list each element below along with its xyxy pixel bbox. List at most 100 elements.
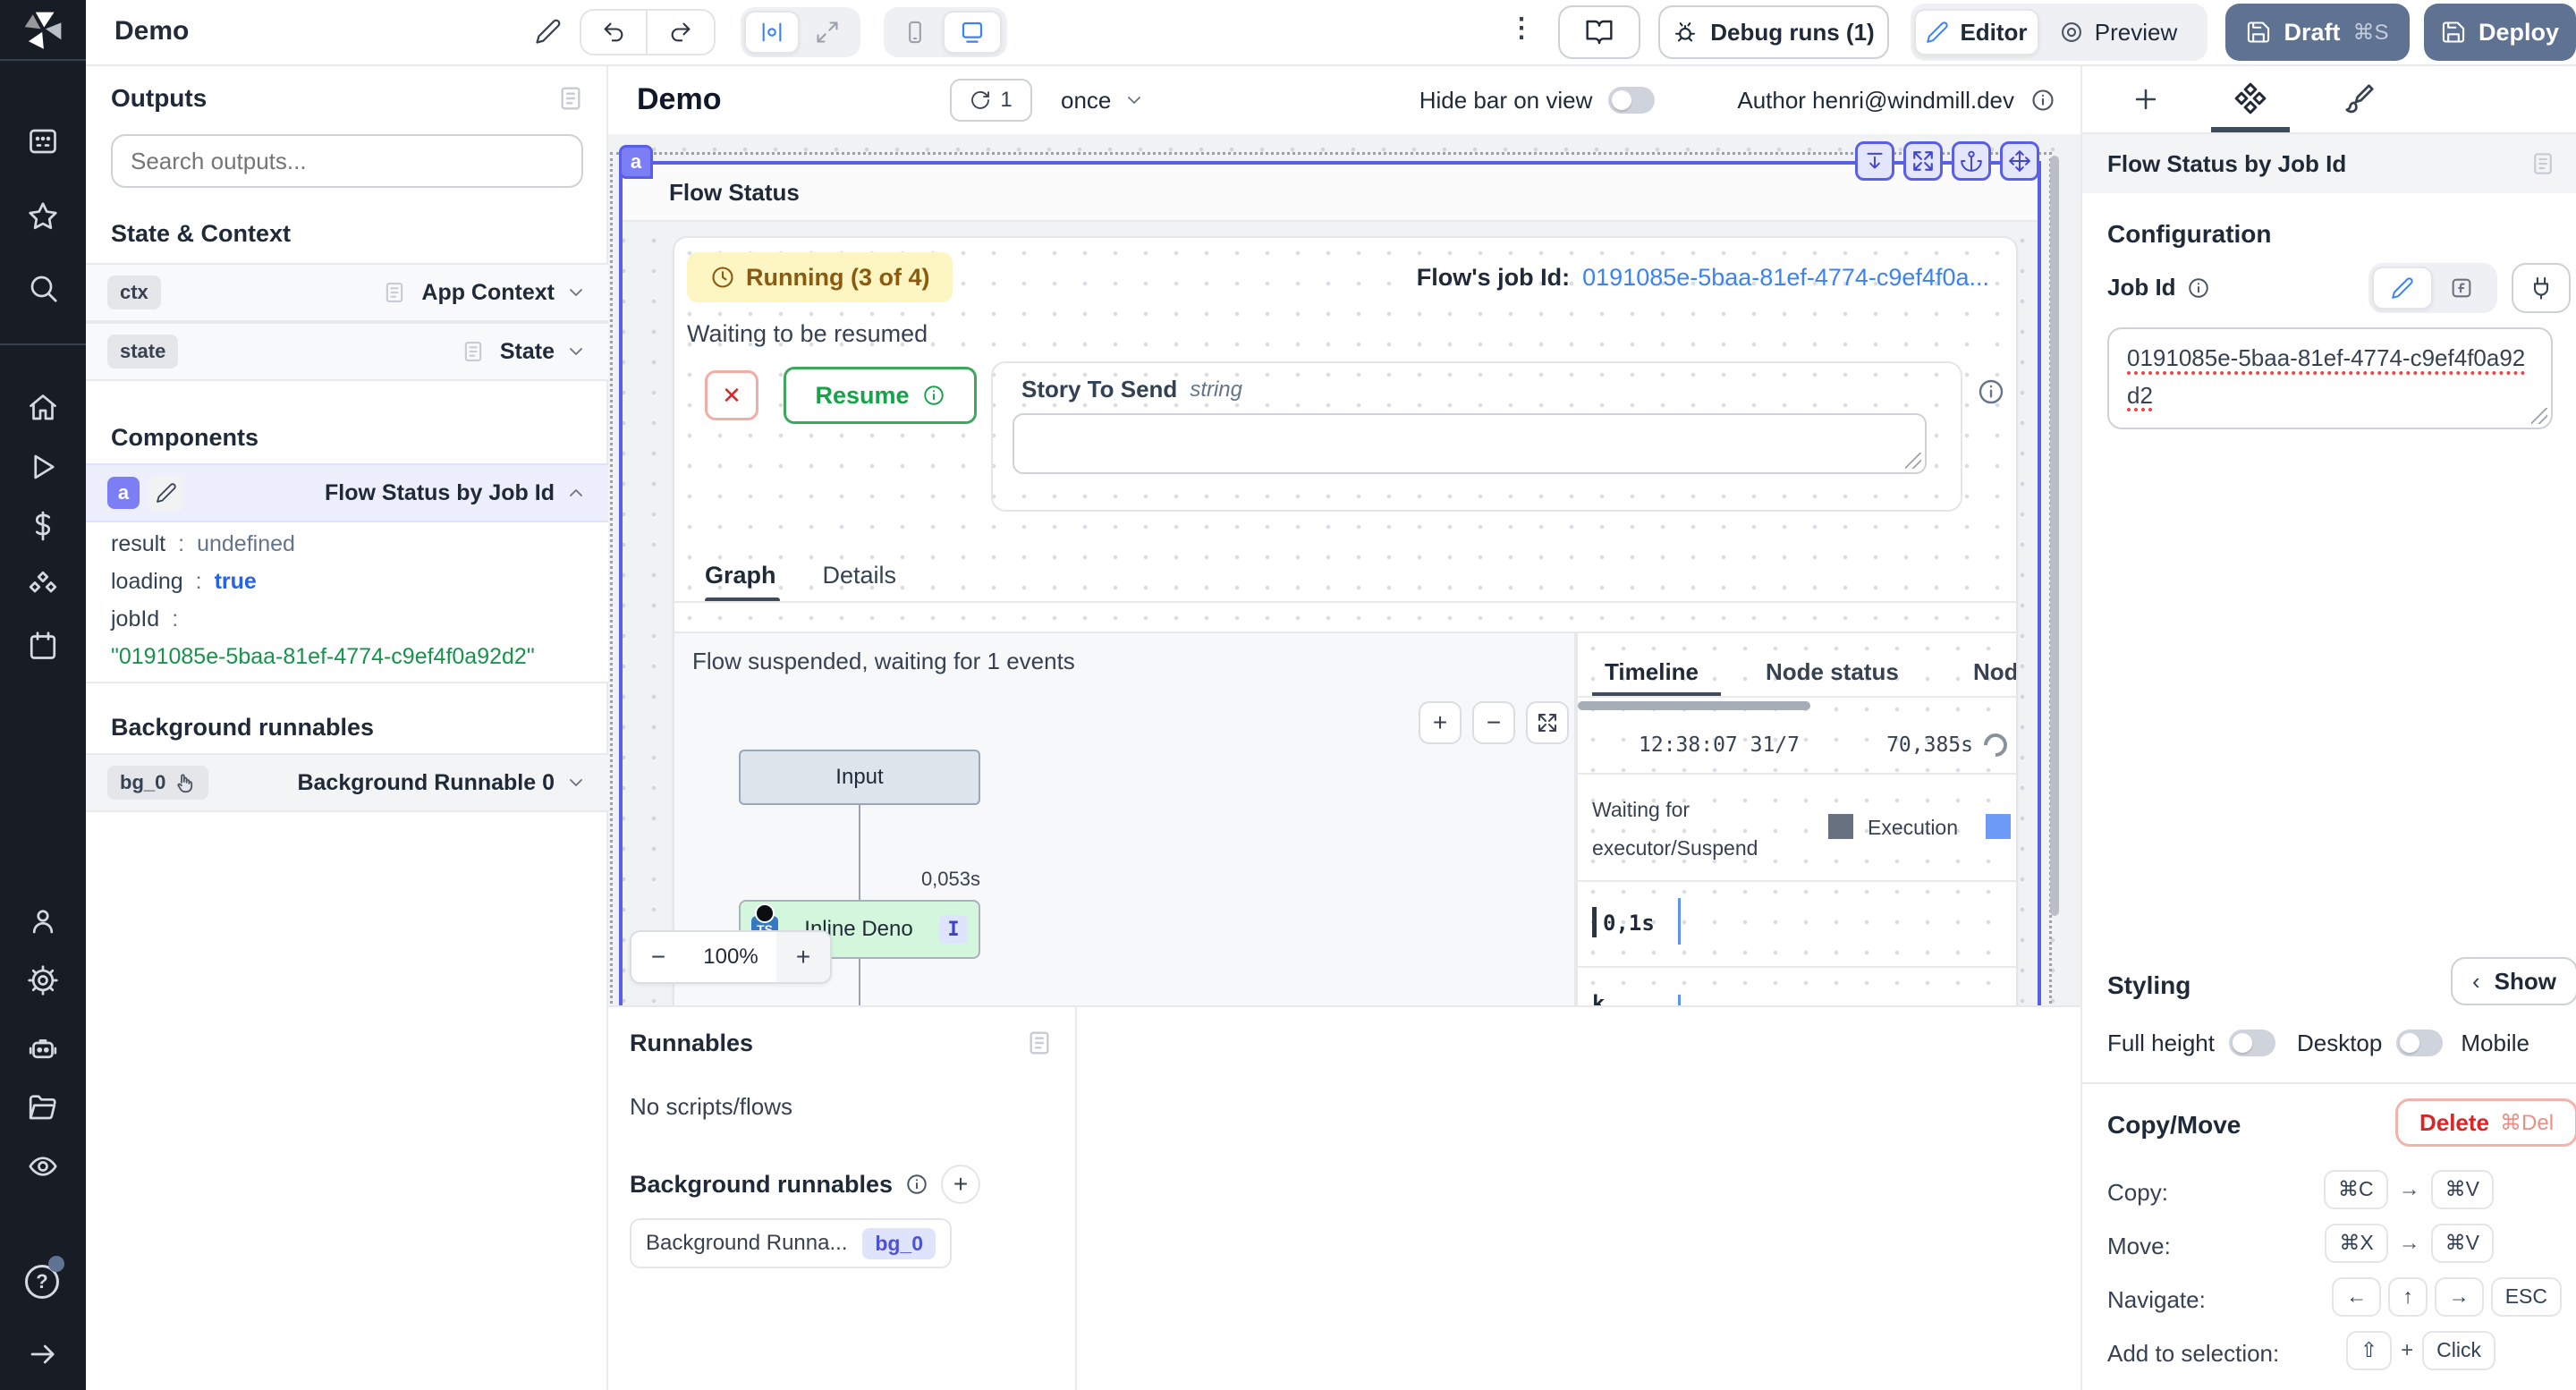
settings-header-doc-icon[interactable] [2529,150,2556,177]
copy-kbd-2: ⌘V [2431,1170,2494,1209]
deploy-button[interactable]: Deploy [2424,4,2576,61]
ctx-row[interactable]: ctx App Context [86,263,608,322]
component-dock-bottom-button[interactable] [1855,141,1894,181]
fullwidth-layout-button[interactable] [800,11,855,54]
schedules-calendar-icon[interactable] [27,630,59,662]
state-label: State [500,339,555,365]
theme-brush-tab-icon[interactable] [2343,82,2376,114]
home-icon[interactable] [27,392,59,424]
graph-fullscreen-button[interactable] [1526,701,1569,744]
hide-bar-toggle[interactable] [1608,87,1655,114]
form-info-icon[interactable] [1977,377,2005,406]
add-bg-runnable-button[interactable]: + [941,1165,980,1204]
canvas-vscrollbar[interactable] [2050,156,2059,916]
styling-show-button[interactable]: ‹ Show [2451,957,2576,1005]
mobile-view-button[interactable] [887,11,943,54]
desktop-view-button[interactable] [943,11,1002,54]
component-move-button[interactable] [2000,141,2039,181]
loading-value: true [215,569,257,595]
tab-node-partial[interactable]: Node [1973,658,2018,686]
tab-details[interactable]: Details [823,562,897,589]
tab-preview[interactable]: Preview [2039,9,2197,55]
bg-runnables-info-icon[interactable] [905,1173,928,1196]
full-height-toggle[interactable] [2229,1030,2275,1056]
ai-robot-icon[interactable] [27,1032,59,1064]
job-id-resize-handle[interactable] [2531,408,2547,424]
flow-job-id-link[interactable]: 0191085e-5baa-81ef-4774-c9ef4f0a... [1582,264,1989,292]
search-icon[interactable] [27,272,59,304]
component-expand-button[interactable] [1903,141,1943,181]
tab-graph[interactable]: Graph [705,562,776,589]
tab-timeline[interactable]: Timeline [1605,658,1699,686]
bg-runnable-row[interactable]: bg_0 Background Runnable 0 [86,753,608,812]
canvas-column: Demo 1 once Hide bar on view Author henr… [608,66,2080,1390]
audit-eye-icon[interactable] [27,1150,59,1182]
docs-book-button[interactable] [1558,5,1640,59]
add-kbd-click: Click [2422,1331,2496,1370]
story-textarea[interactable] [1013,413,1927,474]
rename-pencil-icon[interactable] [535,18,562,45]
zoom-in-button[interactable]: + [776,932,830,982]
component-chevron-up-icon[interactable] [565,482,587,504]
component-edit-pencil-icon[interactable] [148,475,184,511]
debug-runs-button[interactable]: Debug runs (1) [1658,5,1889,59]
kebab-menu-icon[interactable]: ⋮ [1508,13,1535,44]
desktop-label: Desktop [2297,1030,2382,1057]
connect-plug-button[interactable] [2512,263,2571,313]
runs-play-icon[interactable] [27,451,59,483]
graph-zoom-out-button[interactable]: − [1472,701,1515,744]
desktop-toggle[interactable] [2396,1030,2443,1056]
delete-button[interactable]: Delete ⌘Del [2395,1098,2576,1147]
resources-cubes-icon[interactable] [27,569,59,601]
job-id-info-icon[interactable] [2187,276,2210,300]
zoom-out-button[interactable]: − [631,943,685,971]
component-anchor-button[interactable] [1952,141,1991,181]
graph-zoom-in-button[interactable]: + [1419,701,1462,744]
top-toolbar: Demo ⋮ Debug runs (1) Editor Pr [86,0,2576,66]
bg-runnable-item[interactable]: Background Runna... bg_0 [630,1218,952,1268]
graph-node-input[interactable]: Input [739,750,980,805]
cancel-button[interactable]: ✕ [705,370,758,420]
insert-component-plus-icon[interactable] [2131,84,2161,114]
bg0-badge: bg_0 [120,771,165,794]
resume-button[interactable]: Resume [784,367,977,424]
center-layout-button[interactable] [744,11,800,54]
move-label: Move: [2107,1233,2171,1260]
static-input-pencil-button[interactable] [2372,267,2433,309]
runnables-doc-icon[interactable] [1025,1029,1054,1057]
styling-title: Styling [2107,971,2190,1000]
component-row-a[interactable]: a Flow Status by Job Id [86,463,608,522]
job-id-textarea[interactable]: 0191085e-5baa-81ef-4774-c9ef4f0a92d2 [2107,327,2553,429]
redo-button[interactable] [648,11,714,54]
settings-gear-icon[interactable] [27,964,59,996]
variables-dollar-icon[interactable] [27,510,59,542]
tab-node-status[interactable]: Node status [1766,658,1899,686]
state-chevron-down-icon[interactable] [565,341,587,362]
search-outputs-input[interactable] [111,134,583,188]
app-canvas[interactable]: a Flow Status Running (3 of 4) [608,134,2080,1005]
tab-editor[interactable]: Editor [1914,9,2039,55]
folders-icon[interactable] [27,1091,59,1123]
apps-icon[interactable] [27,125,59,157]
spinner-icon [1979,729,2012,762]
state-row[interactable]: state State [86,322,608,381]
expand-arrow-icon[interactable] [27,1338,59,1370]
outputs-doc-icon[interactable] [556,84,585,113]
textarea-resize-handle[interactable] [1905,453,1921,469]
refresh-mode-select[interactable]: once [1061,79,1145,122]
legend-execution-label: Execution [1868,816,1958,840]
windmill-logo-icon[interactable] [20,7,66,54]
refresh-count-box[interactable]: 1 [950,79,1032,122]
ctx-chevron-down-icon[interactable] [565,282,587,303]
timeline-hscrollbar[interactable] [1578,701,1810,710]
author-info-icon[interactable] [2030,88,2055,113]
favorites-star-icon[interactable] [27,200,59,233]
component-tag[interactable]: a [619,145,653,179]
draft-button[interactable]: Draft ⌘S [2225,4,2410,61]
bg0-chevron-down-icon[interactable] [565,772,587,793]
undo-button[interactable] [581,11,648,54]
eval-input-function-button[interactable] [2433,267,2490,309]
users-person-icon[interactable] [27,905,59,937]
component-title: Flow Status [669,179,800,207]
component-settings-tab-icon[interactable] [2233,81,2268,116]
